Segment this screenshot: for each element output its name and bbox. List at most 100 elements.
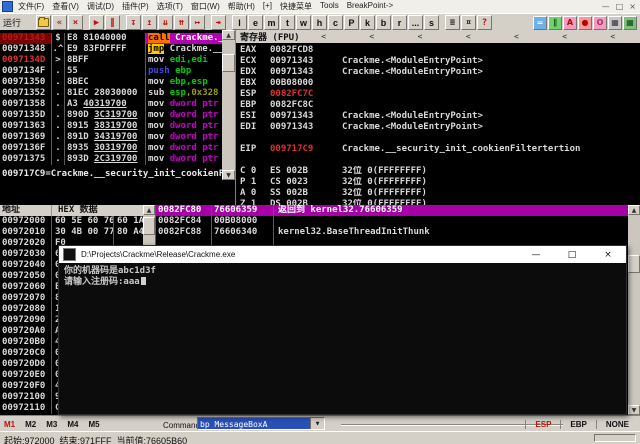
status-ebp[interactable]: EBP: [560, 420, 595, 429]
register-row[interactable]: ESI 00971343 Crackme.<ModuleEntryPoint>: [236, 111, 640, 122]
help-button[interactable]: ?: [477, 15, 492, 30]
stack-row[interactable]: 0082FC80 76606359 返回到 kernel32.76606359: [156, 205, 629, 216]
command-combobox[interactable]: bp MessageBoxA ▼: [197, 417, 325, 430]
close-icon[interactable]: ×: [629, 2, 636, 11]
dump-row[interactable]: 00972000 60 5E 60 76 60 1A: [0, 216, 143, 227]
source-window-button[interactable]: s: [424, 15, 439, 30]
command-input[interactable]: bp MessageBoxA: [198, 418, 310, 429]
execute-till-user-button[interactable]: ↠: [211, 15, 226, 30]
register-pane-marker-0[interactable]: <: [321, 32, 326, 41]
step-into-button[interactable]: ↧: [126, 15, 141, 30]
run-trace-window-button[interactable]: ...: [408, 15, 423, 30]
register-pane-marker-3[interactable]: <: [466, 32, 471, 41]
register-pane-marker-5[interactable]: <: [562, 32, 567, 41]
disasm-row[interactable]: 00971352. 81EC 28030000 sub esp,0x328: [0, 88, 222, 99]
call-stack-window-button[interactable]: k: [360, 15, 375, 30]
threads-window-button[interactable]: t: [280, 15, 295, 30]
register-pane-marker-2[interactable]: <: [418, 32, 423, 41]
disasm-row[interactable]: 0097134D >8BFF mov edi,edi: [0, 55, 222, 66]
register-pane-marker-1[interactable]: <: [369, 32, 374, 41]
dump-row[interactable]: 00972010 30 4B 00 77 80 A4: [0, 227, 143, 238]
console-window[interactable]: D:\Projects\Crackme\Release\Crackme.exe …: [58, 245, 627, 415]
restart-button[interactable]: «: [52, 15, 67, 30]
plugin-grid-button[interactable]: ▦: [608, 15, 622, 30]
scroll-thumb[interactable]: [143, 217, 155, 235]
register-row[interactable]: EDX 00971343 Crackme.<ModuleEntryPoint>: [236, 67, 640, 78]
menu-item-5[interactable]: 窗口(W): [191, 1, 220, 12]
plugin-circle-button[interactable]: O: [593, 15, 607, 30]
pause-button[interactable]: ∥: [105, 15, 120, 30]
register-row[interactable]: C 0 ES 002B 32位 0(FFFFFFFF): [236, 166, 640, 177]
windows-list-button[interactable]: ≡: [445, 15, 460, 30]
windows-window-button[interactable]: w: [296, 15, 311, 30]
execute-till-return-button[interactable]: ↦: [190, 15, 205, 30]
menu-item-10[interactable]: BreakPoint->: [347, 1, 393, 12]
menu-item-6[interactable]: 帮助(H): [228, 1, 255, 12]
register-row[interactable]: [236, 155, 640, 166]
menu-item-1[interactable]: 查看(V): [52, 1, 79, 12]
memory-tab-m1[interactable]: M1: [4, 420, 15, 429]
plugin-a-button[interactable]: A: [563, 15, 577, 30]
disasm-row[interactable]: 00971369.891D 34319700mov dword ptr d: [0, 132, 222, 143]
menu-item-4[interactable]: 选项(T): [157, 1, 183, 12]
disasm-row[interactable]: 00971363.8915 38319700mov dword ptr d: [0, 121, 222, 132]
console-title-bar[interactable]: D:\Projects\Crackme\Release\Crackme.exe …: [59, 246, 626, 263]
stack-scrollbar[interactable]: ▲ ▼: [628, 205, 640, 415]
register-row[interactable]: EBX 00B08000: [236, 78, 640, 89]
animate-over-button[interactable]: ⇈: [174, 15, 189, 30]
register-pane-marker-4[interactable]: <: [514, 32, 519, 41]
maximize-icon[interactable]: □: [616, 2, 624, 11]
register-row[interactable]: ECX 00971343 Crackme.<ModuleEntryPoint>: [236, 56, 640, 67]
chevron-down-icon[interactable]: ▼: [310, 418, 324, 429]
open-file-button[interactable]: [36, 15, 51, 30]
disasm-row[interactable]: 00971375.893D 2C319700mov dword ptr d: [0, 154, 222, 165]
plugin-blue-button[interactable]: =: [533, 15, 547, 30]
menu-item-3[interactable]: 插件(P): [122, 1, 149, 12]
close-program-button[interactable]: ×: [68, 15, 83, 30]
scroll-down-icon[interactable]: ▼: [222, 170, 235, 180]
disassembly-pane[interactable]: 00971343$E8 81040000call Crackme.__00971…: [0, 30, 222, 205]
scroll-up-icon[interactable]: ▲: [628, 205, 640, 215]
scroll-up-icon[interactable]: ▲: [143, 205, 155, 215]
run-button[interactable]: ▶: [89, 15, 104, 30]
plugin-green-grid-button[interactable]: ▦: [623, 15, 637, 30]
memory-tab-m3[interactable]: M3: [46, 420, 57, 429]
menu-item-8[interactable]: 快捷菜单: [280, 1, 312, 12]
references-window-button[interactable]: r: [392, 15, 407, 30]
registers-pane[interactable]: 寄存器 (FPU) < < < < < < < EAX 0082FCD8 ECX 00971343…: [235, 30, 640, 205]
disasm-row[interactable]: 00971348.^E9 83FDFFFFjmp Crackme.__t: [0, 44, 222, 55]
memory-tab-m2[interactable]: M2: [25, 420, 36, 429]
register-row[interactable]: [236, 133, 640, 144]
scroll-thumb[interactable]: [222, 54, 235, 72]
console-close-icon[interactable]: ×: [590, 246, 626, 263]
log-window-button[interactable]: l: [232, 15, 247, 30]
scroll-up-icon[interactable]: ▲: [222, 30, 235, 40]
minimize-icon[interactable]: —: [602, 2, 610, 11]
disasm-row[interactable]: 0097135D.890D 3C319700mov dword ptr d: [0, 110, 222, 121]
plugin-button[interactable]: ¤: [461, 15, 476, 30]
disasm-row[interactable]: 0097136F.8935 30319700mov dword ptr d: [0, 143, 222, 154]
breakpoints-window-button[interactable]: b: [376, 15, 391, 30]
scroll-thumb[interactable]: [628, 255, 640, 273]
disasm-row[interactable]: 00971343$E8 81040000call Crackme.__: [0, 33, 222, 44]
register-row[interactable]: A 0 SS 002B 32位 0(FFFFFFFF): [236, 188, 640, 199]
memory-tab-m5[interactable]: M5: [89, 420, 100, 429]
console-output[interactable]: 你的机器码是abc1d3f 请输入注册码:aaa: [59, 263, 626, 288]
stack-row[interactable]: 0082FC84 00B08000: [156, 216, 629, 227]
plugin-record-button[interactable]: ●: [578, 15, 592, 30]
status-none[interactable]: NONE: [595, 420, 638, 429]
register-pane-marker-6[interactable]: <: [610, 32, 615, 41]
console-minimize-icon[interactable]: —: [518, 246, 554, 263]
handles-window-button[interactable]: h: [312, 15, 327, 30]
animate-into-button[interactable]: ⇊: [158, 15, 173, 30]
plugin-green-bars-button[interactable]: ∥: [548, 15, 562, 30]
menu-item-9[interactable]: Tools: [320, 1, 339, 12]
register-row[interactable]: ESP 0082FC7C: [236, 89, 640, 100]
menu-item-7[interactable]: [+]: [263, 1, 272, 12]
scroll-down-icon[interactable]: ▼: [628, 405, 640, 415]
register-row[interactable]: P 1 CS 0023 32位 0(FFFFFFFF): [236, 177, 640, 188]
disasm-row[interactable]: 00971358.A3 40319700mov dword ptr d: [0, 99, 222, 110]
console-maximize-icon[interactable]: □: [554, 246, 590, 263]
stack-row[interactable]: 0082FC88 76606340 kernel32.BaseThreadInitT…: [156, 227, 629, 238]
register-row[interactable]: EIP 009717C9 Crackme.__security_init_cooki…: [236, 144, 640, 155]
